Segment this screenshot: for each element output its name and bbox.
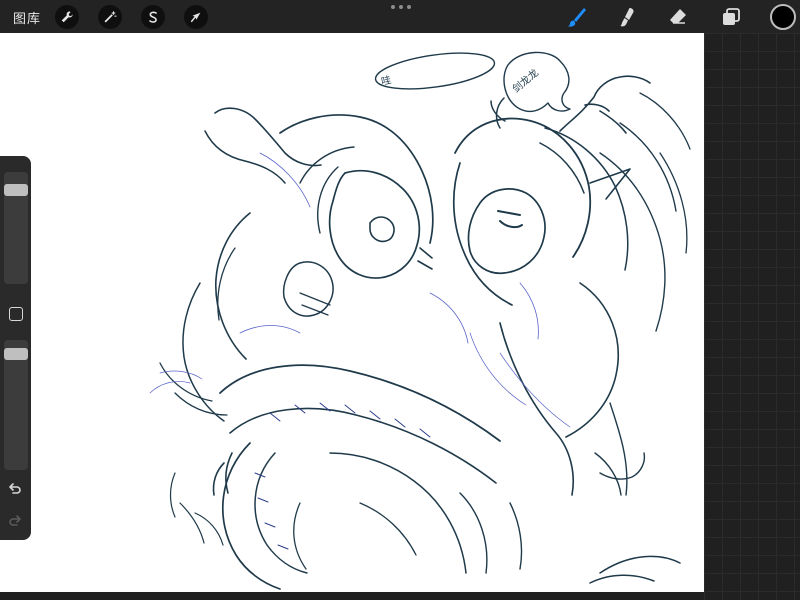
color-picker-button[interactable]: [770, 4, 796, 30]
modify-button[interactable]: [9, 307, 23, 321]
undo-icon[interactable]: [7, 481, 23, 497]
selection-s-icon: [149, 11, 157, 23]
adjustments-button[interactable]: [98, 5, 122, 29]
gallery-button[interactable]: 图库: [13, 8, 41, 27]
smudge-icon: [620, 8, 634, 27]
redo-icon[interactable]: [7, 513, 23, 529]
eraser-button[interactable]: [665, 4, 691, 30]
wrench-icon: [61, 11, 73, 23]
eraser-icon: [670, 9, 686, 24]
top-toolbar: 图库: [0, 0, 800, 33]
layers-button[interactable]: [718, 4, 744, 30]
brush-button[interactable]: [563, 4, 589, 30]
selection-button[interactable]: [141, 5, 165, 29]
workspace-background: [704, 33, 800, 600]
drawing-canvas[interactable]: 哇 剑龙龙: [0, 33, 704, 592]
more-options-icon[interactable]: [391, 2, 411, 12]
workspace-background-bottom: [0, 592, 704, 600]
actions-button[interactable]: [55, 5, 79, 29]
brush-size-slider[interactable]: [4, 172, 28, 284]
brush-size-slider-thumb[interactable]: [4, 184, 28, 196]
opacity-slider[interactable]: [4, 340, 28, 470]
opacity-slider-thumb[interactable]: [4, 347, 28, 360]
magic-wand-icon: [104, 11, 117, 23]
transform-button[interactable]: [184, 5, 208, 29]
lineart-drawing: 哇 剑龙龙: [149, 51, 691, 590]
canvas-annotation-dragon: 剑龙龙: [510, 66, 541, 95]
smudge-button[interactable]: [614, 4, 640, 30]
arrow-cursor-icon: [190, 12, 201, 23]
canvas-annotation-wa: 哇: [380, 73, 392, 88]
brush-sidebar: [0, 156, 31, 540]
layers-icon: [723, 8, 740, 25]
brush-icon: [567, 8, 586, 27]
